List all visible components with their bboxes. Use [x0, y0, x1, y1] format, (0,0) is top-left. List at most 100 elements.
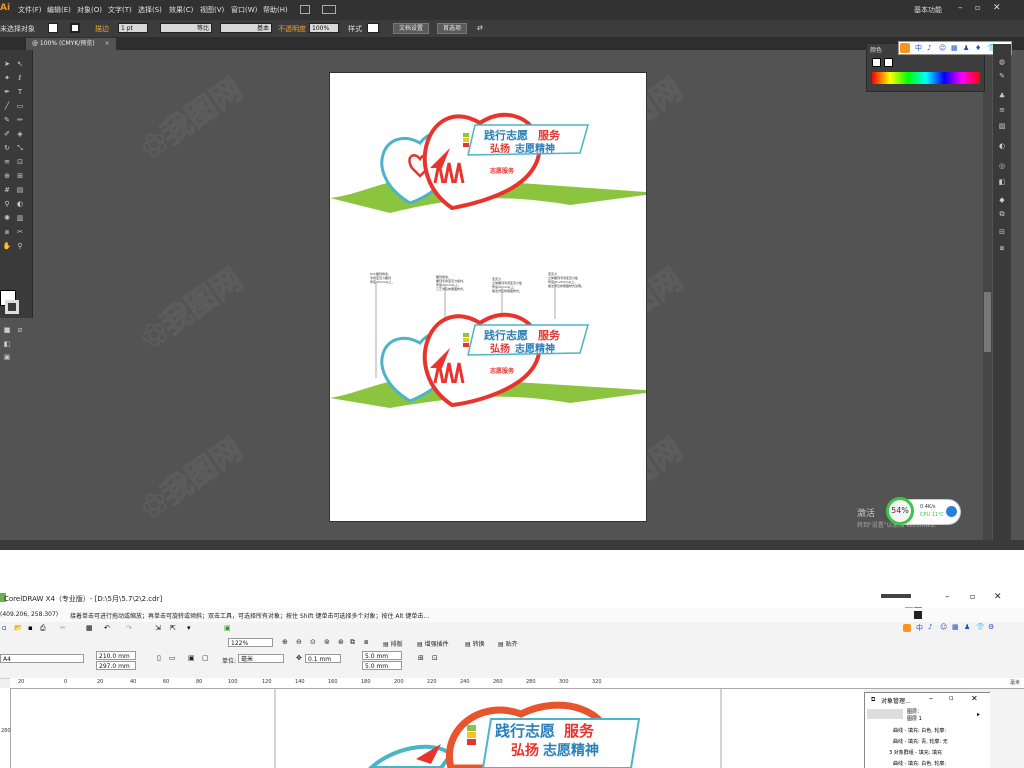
opacity-label[interactable]: 不透明度	[278, 24, 306, 34]
zoom-field[interactable]: 122%	[228, 638, 273, 647]
panel-menu-icon[interactable]: ▸	[977, 711, 980, 718]
ime-user-icon-2[interactable]: ♟	[964, 623, 970, 631]
landscape-icon[interactable]: ▭	[169, 654, 176, 662]
stroke-swatch[interactable]	[70, 23, 80, 33]
stroke-panel-icon[interactable]: ≡	[997, 106, 1007, 114]
panel-maximize-icon[interactable]: ▫	[949, 694, 954, 702]
portrait-icon[interactable]: ▯	[157, 654, 161, 662]
undo-icon[interactable]: ↶	[104, 624, 110, 632]
minimize-icon[interactable]: –	[958, 3, 963, 13]
duplicate-x-field[interactable]: 5.0 mm	[362, 651, 402, 660]
ime-shirt-icon-2[interactable]: 👕	[976, 623, 985, 631]
save-icon[interactable]: ▪	[28, 624, 33, 632]
ime-logo-icon[interactable]	[900, 43, 910, 53]
plugin-convert[interactable]: ▤ 转换	[465, 639, 485, 648]
ime-emoji-icon[interactable]: ☺	[939, 42, 946, 54]
arrange-icon[interactable]: ⇄	[477, 24, 483, 32]
document-tab[interactable]: @ 100% (CMYK/预览) ×	[26, 38, 116, 50]
page-size-select[interactable]: A4	[0, 654, 84, 663]
cd-minimize-icon[interactable]: –	[945, 592, 950, 602]
graphic-styles-icon[interactable]: ◧	[997, 178, 1007, 186]
cd-close-icon[interactable]: ✕	[994, 592, 1002, 602]
memory-ring[interactable]: 54%	[886, 497, 914, 525]
all-pages-icon[interactable]: ▣	[188, 654, 195, 662]
stroke-weight-field[interactable]: 1 pt	[118, 23, 148, 33]
ime-keyboard-icon[interactable]: ▦	[951, 42, 958, 54]
close-icon[interactable]: ✕	[993, 3, 1001, 13]
zoom-width-icon[interactable]: ⧉	[350, 638, 355, 647]
zoom-in-icon[interactable]: ⊕	[282, 638, 288, 646]
document-setup-button[interactable]: 文档设置	[393, 23, 430, 34]
menu-select[interactable]: 选择(S)	[138, 5, 162, 15]
ime-punct-icon-2[interactable]: ♪	[928, 623, 932, 631]
page-height-field[interactable]: 297.0 mm	[96, 661, 136, 670]
preferences-button[interactable]: 首选项	[437, 23, 468, 34]
swatches-icon[interactable]: ◍	[997, 58, 1007, 66]
brush-definition[interactable]: 基本	[220, 23, 272, 33]
current-page-icon[interactable]: ▢	[202, 654, 209, 662]
opacity-field[interactable]: 100%	[309, 23, 339, 33]
menu-window[interactable]: 窗口(W)	[231, 5, 257, 15]
ime-skin-icon[interactable]: ♦	[975, 42, 981, 54]
object-row[interactable]: 曲线 - 填充: 白色, 轮廓:	[893, 727, 946, 734]
ime-logo-icon-2[interactable]	[903, 624, 911, 632]
nudge-field[interactable]: 0.1 mm	[305, 654, 341, 663]
pathfinder-icon[interactable]: ⧇	[997, 244, 1007, 252]
color-spectrum[interactable]	[872, 72, 980, 84]
artboard[interactable]: 践行志愿 服务 弘扬 志愿精神 志愿服务 PVC雕刻烤漆，专用亚克力雕刻厚度20…	[330, 73, 660, 521]
zoom-selected-icon[interactable]: ⊙	[310, 638, 316, 646]
menu-view[interactable]: 视图(V)	[200, 5, 224, 15]
plugin-layout[interactable]: ▤ 排版	[383, 639, 403, 648]
menu-effect[interactable]: 效果(C)	[169, 5, 193, 15]
tab-close-icon[interactable]: ×	[105, 40, 110, 47]
menu-file[interactable]: 文件(F)	[18, 5, 42, 15]
app-launcher-icon[interactable]: ▾	[187, 624, 191, 632]
drawing-canvas[interactable]: 践行志愿 服务 弘扬 志愿精神	[11, 689, 864, 768]
open-icon[interactable]: 📂	[14, 624, 23, 632]
zoom-page-icon[interactable]: ⊛	[338, 638, 344, 646]
vertical-scrollbar[interactable]	[983, 52, 992, 549]
draw-units-icon[interactable]: ⊞	[418, 654, 424, 662]
ime-keyboard-icon-2[interactable]: ▦	[952, 623, 959, 631]
bridge-icon[interactable]	[300, 5, 310, 14]
symbols-icon[interactable]: ♣	[997, 92, 1007, 100]
ime-punct-icon[interactable]: ♪	[927, 42, 931, 54]
object-row[interactable]: 3 对象群组 - 填充: 填充	[889, 749, 942, 756]
corel-online-icon[interactable]: ▣	[224, 624, 231, 632]
new-icon[interactable]: ▫	[2, 624, 7, 632]
artboards-icon[interactable]: ⧉	[997, 210, 1007, 218]
brushes-icon[interactable]: ✎	[997, 72, 1007, 80]
ime-user-icon[interactable]: ♟	[963, 42, 969, 54]
units-select[interactable]: 毫米	[238, 654, 284, 663]
panel-minimize-icon[interactable]: –	[929, 694, 933, 703]
ime-settings-icon-2[interactable]: ⚙	[988, 623, 994, 631]
align-icon[interactable]: ⊟	[997, 228, 1007, 236]
object-row[interactable]: 曲线 - 填充: 白色, 轮廓:	[893, 760, 946, 767]
transparency-icon[interactable]: ◐	[997, 142, 1007, 150]
ime-lang-icon-2[interactable]: 中	[916, 623, 923, 633]
duplicate-y-field[interactable]: 5.0 mm	[362, 661, 402, 670]
appearance-icon[interactable]: ◎	[997, 162, 1007, 170]
menu-object[interactable]: 对象(O)	[77, 5, 102, 15]
layers-icon[interactable]: ◆	[997, 196, 1007, 204]
paste-icon[interactable]: ▦	[86, 624, 93, 632]
object-row[interactable]: 曲线 - 填充: 青, 轮廓: 无	[893, 738, 948, 745]
export-icon[interactable]: ⇱	[170, 624, 176, 632]
stroke-label[interactable]: 描边	[95, 24, 109, 34]
import-icon[interactable]: ⇲	[155, 624, 161, 632]
print-icon[interactable]: ⎙	[40, 624, 46, 633]
stroke-swatch-small[interactable]	[884, 58, 893, 67]
accelerate-icon[interactable]	[946, 506, 957, 517]
cut-icon[interactable]: ✂	[60, 624, 66, 632]
menu-type[interactable]: 文字(T)	[108, 5, 132, 15]
ime-emoji-icon-2[interactable]: ☺	[940, 623, 947, 631]
ime-lang-icon[interactable]: 中	[915, 42, 922, 54]
fill-swatch[interactable]	[48, 23, 58, 33]
zoom-all-icon[interactable]: ⊚	[324, 638, 330, 646]
color-panel-tab[interactable]: 颜色	[870, 45, 882, 54]
maximize-icon[interactable]: ▫	[975, 3, 980, 12]
panel-close-icon[interactable]: ✕	[971, 694, 978, 703]
plugin-enhance[interactable]: ▤ 增强插件	[417, 639, 449, 648]
menu-help[interactable]: 帮助(H)	[263, 5, 288, 15]
page-width-field[interactable]: 210.0 mm	[96, 651, 136, 660]
